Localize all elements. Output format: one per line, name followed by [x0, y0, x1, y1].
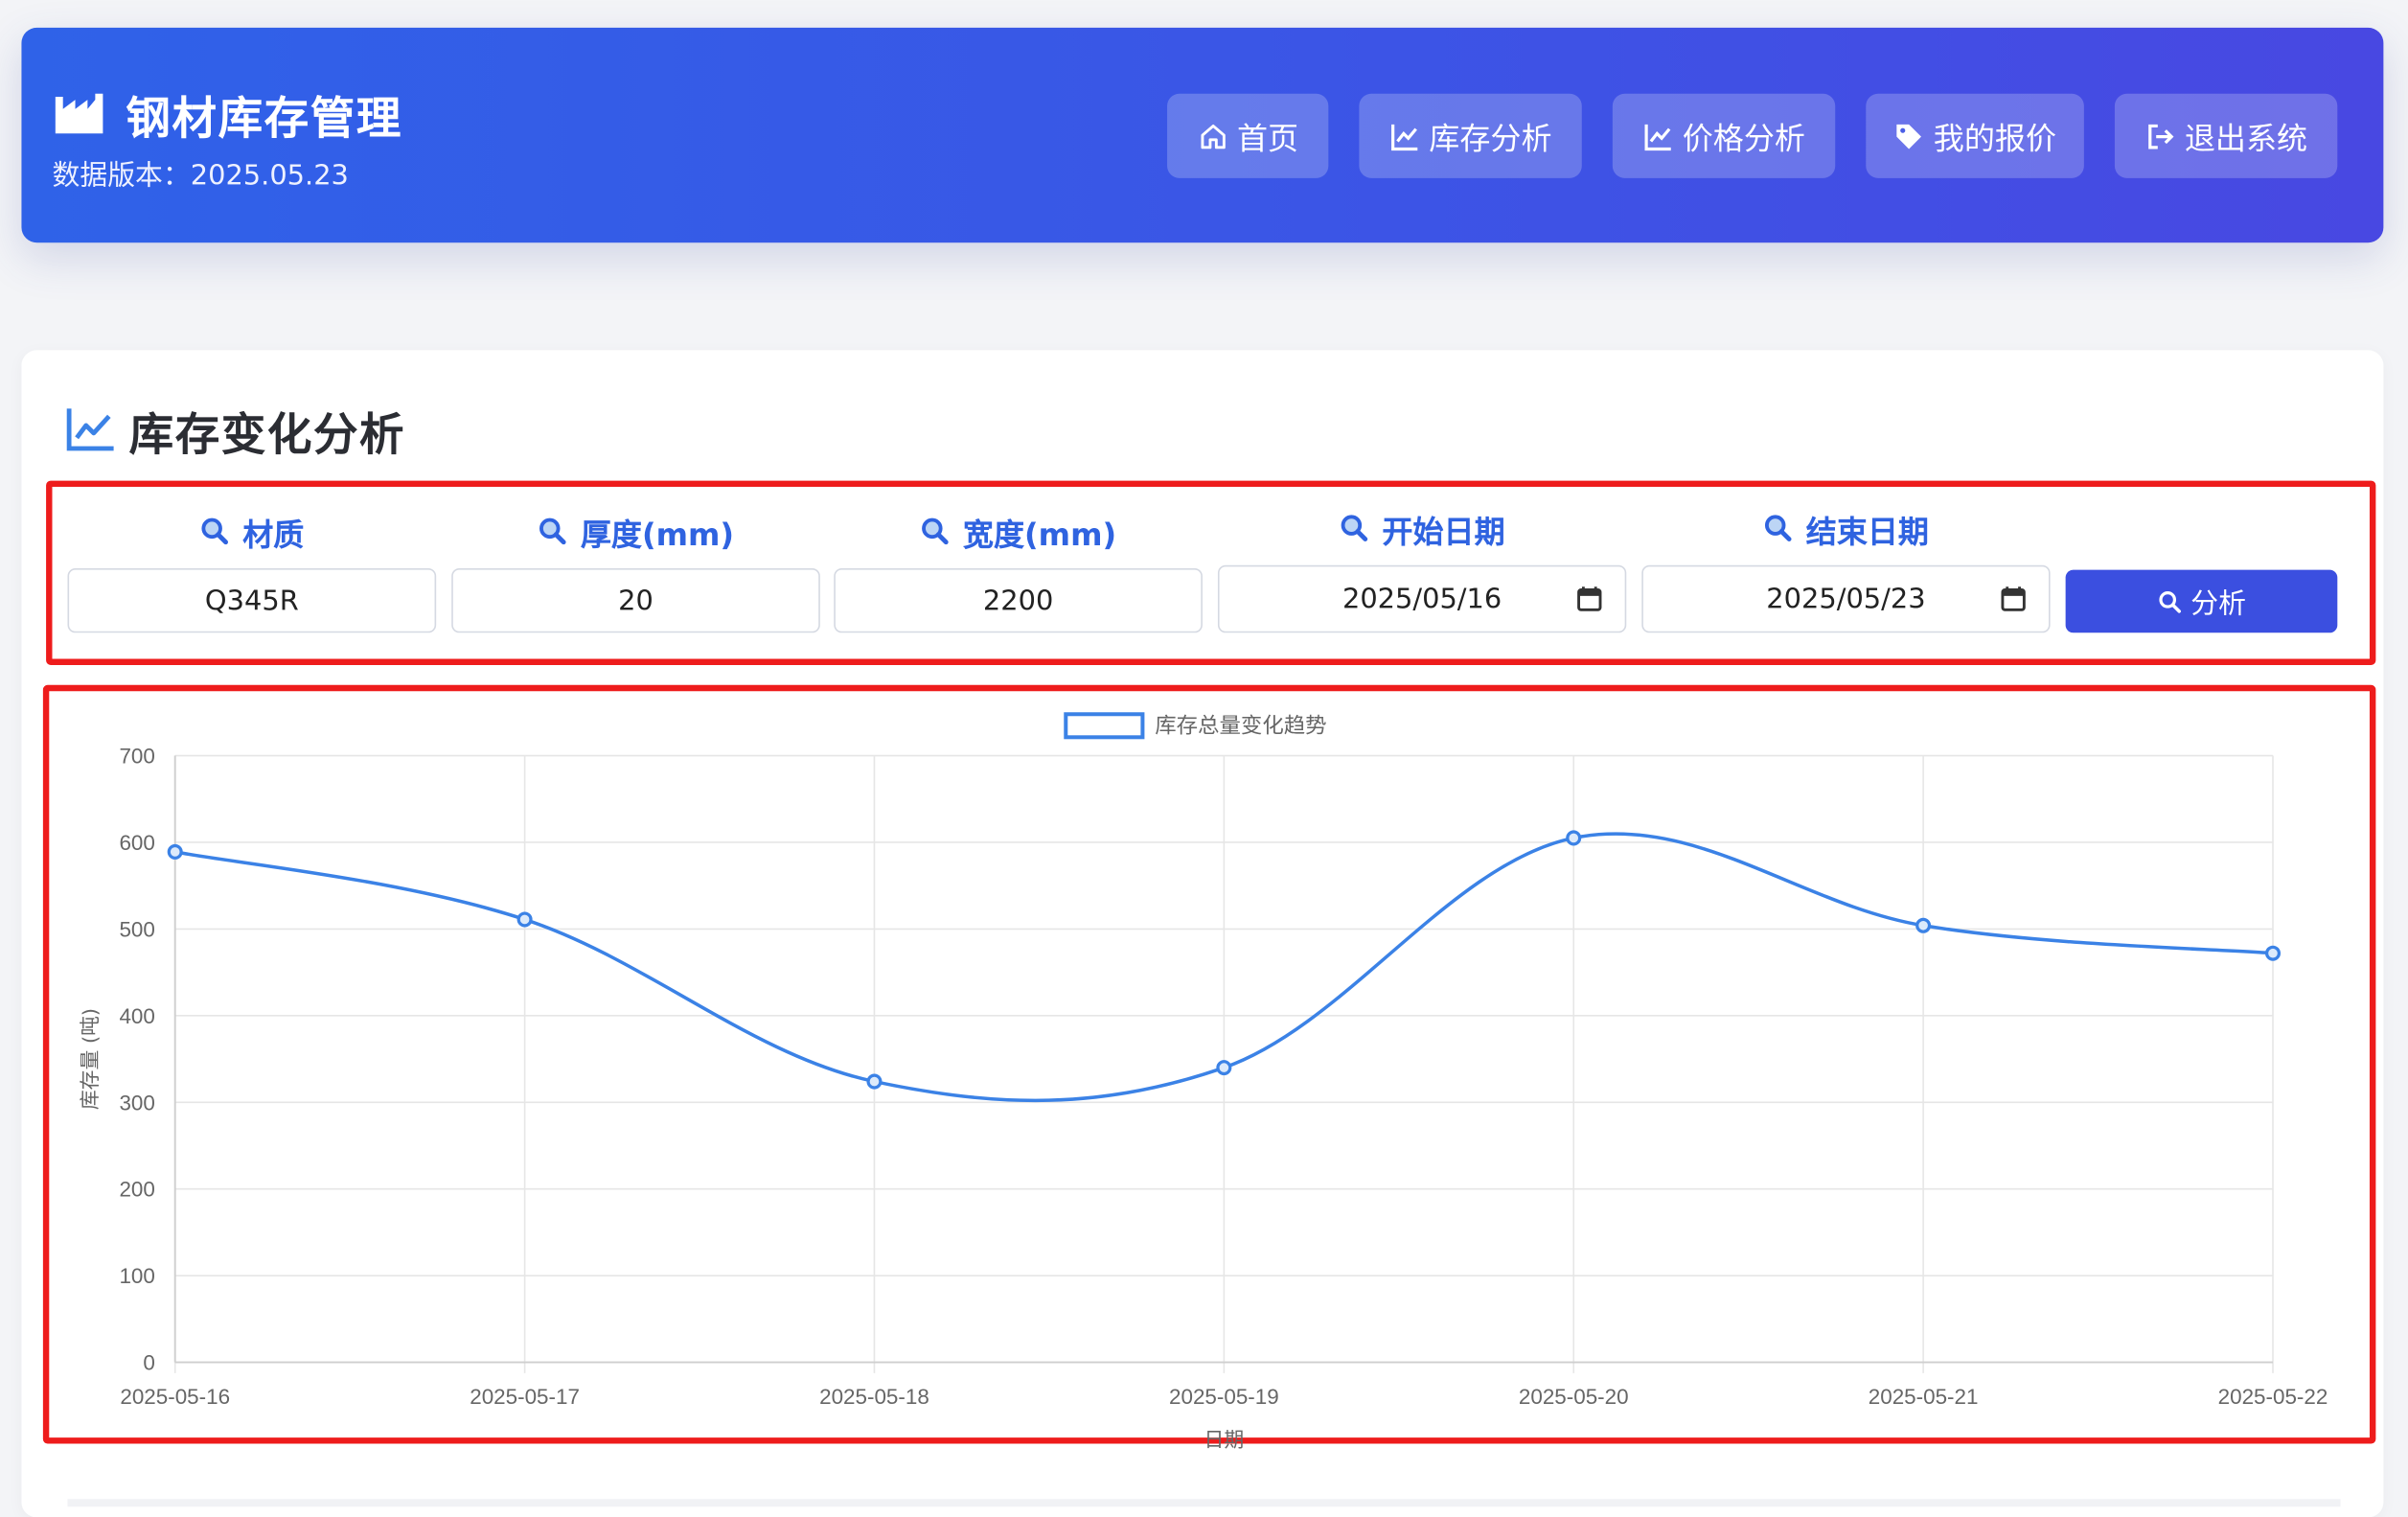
- x-tick-label: 2025-05-21: [1869, 1385, 1979, 1409]
- data-point: [1566, 830, 1582, 846]
- legend-label: 库存总量变化趋势: [1155, 713, 1326, 738]
- data-point: [2264, 945, 2282, 961]
- legend-swatch: [1064, 712, 1145, 740]
- data-point: [866, 1073, 883, 1090]
- y-tick-label: 600: [119, 831, 154, 855]
- data-point: [1915, 917, 1932, 933]
- x-tick-label: 2025-05-20: [1519, 1385, 1629, 1409]
- y-tick-label: 500: [119, 917, 154, 941]
- inventory-line-chart: 库存总量变化趋势 0 100 200 300 400 500 600 700 2025-05-1…: [79, 712, 2328, 1452]
- data-point: [516, 911, 533, 928]
- x-tick-label: 2025-05-17: [470, 1385, 580, 1409]
- y-tick-label: 0: [143, 1351, 154, 1375]
- next-section-edge: [67, 1499, 2341, 1507]
- x-tick-label: 2025-05-19: [1169, 1385, 1279, 1409]
- y-tick-label: 200: [119, 1178, 154, 1202]
- data-point: [1216, 1060, 1232, 1076]
- y-tick-label: 100: [119, 1264, 154, 1288]
- y-axis-title: 库存量 (吨): [79, 1008, 102, 1110]
- page: 钢材库存管理 数据版本：2025.05.23 首页 库存分析 价格分析 我的报价…: [0, 0, 2408, 1517]
- x-tick-label: 2025-05-16: [120, 1385, 230, 1409]
- x-tick-label: 2025-05-18: [819, 1385, 929, 1409]
- x-axis-title: 日期: [1204, 1429, 1245, 1452]
- y-tick-label: 400: [119, 1004, 154, 1028]
- y-tick-label: 300: [119, 1091, 154, 1115]
- data-point: [167, 843, 183, 860]
- y-tick-label: 700: [119, 745, 154, 769]
- x-tick-label: 2025-05-22: [2218, 1385, 2328, 1409]
